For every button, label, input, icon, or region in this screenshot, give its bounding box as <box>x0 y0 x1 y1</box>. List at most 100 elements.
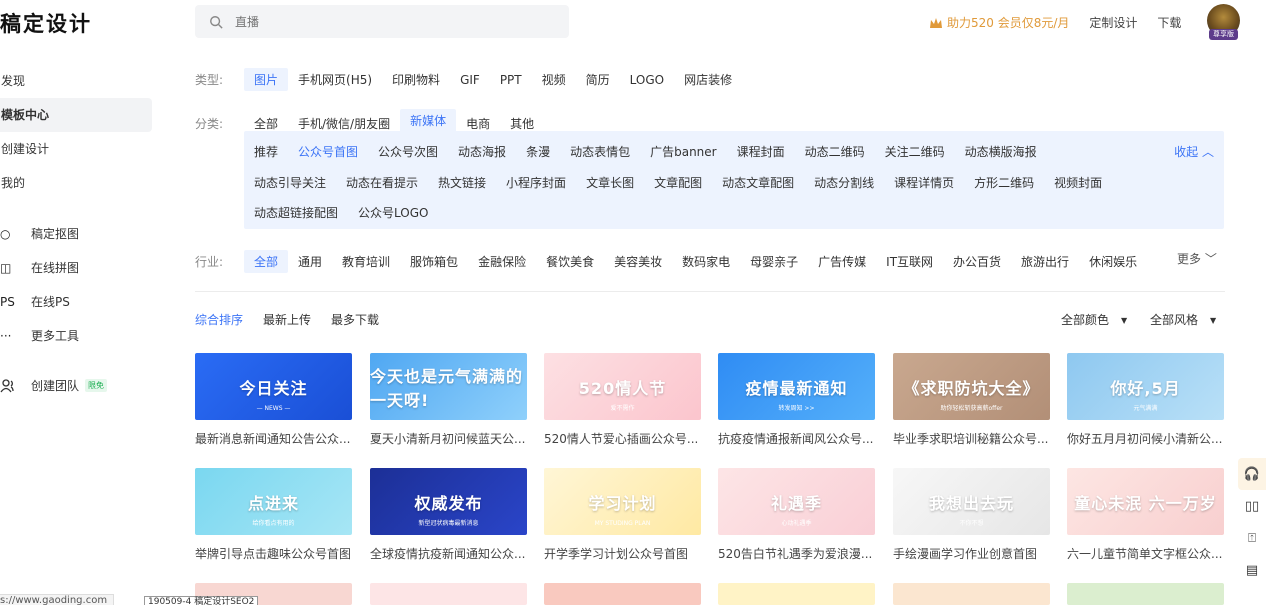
type-chip[interactable]: 手机网页(H5) <box>288 68 382 91</box>
type-chip[interactable]: 视频 <box>532 68 576 91</box>
industry-chip[interactable]: 全部 <box>244 250 289 273</box>
subcategory-chip[interactable]: 文章长图 <box>576 174 644 191</box>
template-card[interactable]: 520情人节 爱不需作 520情人节爱心插画公众号... <box>544 353 701 447</box>
template-title[interactable]: 520告白节礼遇季为爱浪漫... <box>718 545 875 562</box>
type-chip[interactable]: 印刷物料 <box>382 68 450 91</box>
template-thumbnail[interactable] <box>893 583 1050 605</box>
sidebar-item-mine[interactable]: 我的 <box>0 166 152 200</box>
template-thumbnail[interactable] <box>544 583 701 605</box>
sidebar-item-discover[interactable]: 发现 <box>0 64 152 98</box>
template-thumbnail[interactable]: 《求职防坑大全》 助你轻松斩获高薪offer <box>893 353 1050 420</box>
template-thumbnail[interactable]: 礼遇季 心动礼遇季 <box>718 468 875 535</box>
template-card[interactable]: 权威发布 新型冠状病毒最新消息全球疫情抗疫新闻通知公众... <box>370 468 527 562</box>
subcategory-chip[interactable]: 公众号次图 <box>368 143 448 160</box>
template-thumbnail[interactable]: 权威发布 新型冠状病毒最新消息 <box>370 468 527 535</box>
industry-chip[interactable]: 旅游出行 <box>1011 250 1079 273</box>
create-team-button[interactable]: 创建团队 限免 <box>0 377 108 394</box>
sort-tab[interactable]: 综合排序 <box>195 311 243 328</box>
industry-chip[interactable]: 通用 <box>288 250 332 273</box>
industry-chip[interactable]: 广告传媒 <box>808 250 876 273</box>
template-title[interactable]: 开学季学习计划公众号首图 <box>544 545 701 562</box>
search-input[interactable] <box>235 14 535 29</box>
industry-chip[interactable]: 休闲娱乐 <box>1079 250 1147 273</box>
type-chip[interactable]: LOGO <box>620 70 674 90</box>
subcategory-chip[interactable]: 动态横版海报 <box>955 143 1047 160</box>
template-title[interactable]: 你好五月月初问候小清新公... <box>1067 430 1224 447</box>
type-chip[interactable]: 网店装修 <box>674 68 742 91</box>
industry-chip[interactable]: 美容美妆 <box>604 250 672 273</box>
industry-chip[interactable]: 数码家电 <box>672 250 740 273</box>
person-add-icon[interactable]: ⍐ <box>1238 522 1266 554</box>
subcategory-chip[interactable]: 课程详情页 <box>884 174 964 191</box>
subcategory-chip[interactable]: 动态二维码 <box>795 143 875 160</box>
template-thumbnail[interactable]: 我想出去玩 不你不想 <box>893 468 1050 535</box>
industry-more-button[interactable]: 更多 ﹀ <box>1177 250 1217 267</box>
sidebar-tool-collage[interactable]: ◫ 在线拼图 <box>0 259 79 276</box>
subcategory-chip[interactable]: 热文链接 <box>428 174 496 191</box>
template-card[interactable]: 我想出去玩 不你不想手绘漫画学习作业创意首图 <box>893 468 1050 562</box>
subcategory-chip[interactable]: 动态在看提示 <box>336 174 428 191</box>
template-title[interactable]: 六一儿童节简单文字框公众... <box>1067 545 1224 562</box>
type-chip[interactable]: GIF <box>450 70 490 90</box>
template-card[interactable]: 礼遇季 心动礼遇季 520告白节礼遇季为爱浪漫... <box>718 468 875 562</box>
template-card[interactable]: 今日关注 — NEWS — 最新消息新闻通知公告公众... <box>195 353 352 447</box>
book-icon[interactable]: ▯▯ <box>1238 490 1266 522</box>
subcategory-chip[interactable]: 课程封面 <box>727 143 795 160</box>
industry-chip[interactable]: 服饰箱包 <box>400 250 468 273</box>
style-dropdown[interactable]: 全部风格 ▼ <box>1150 311 1216 328</box>
template-card[interactable]: 《求职防坑大全》 助你轻松斩获高薪offer 毕业季求职培训秘籍公众号... <box>893 353 1050 447</box>
industry-chip[interactable]: 母婴亲子 <box>740 250 808 273</box>
template-title[interactable]: 夏天小清新月初问候蓝天公... <box>370 430 527 447</box>
template-thumbnail[interactable]: 今日关注 — NEWS — <box>195 353 352 420</box>
subcategory-chip[interactable]: 动态超链接配图 <box>244 204 348 221</box>
template-thumbnail[interactable] <box>718 583 875 605</box>
subcategory-chip[interactable]: 动态分割线 <box>804 174 884 191</box>
headset-icon[interactable]: 🎧 <box>1238 458 1266 490</box>
industry-chip[interactable]: 餐饮美食 <box>536 250 604 273</box>
template-thumbnail[interactable]: 学习计划 MY STUDING PLAN <box>544 468 701 535</box>
subcategory-chip[interactable]: 动态表情包 <box>560 143 640 160</box>
template-card[interactable]: 疫情最新通知 转发周知 >> 抗疫疫情通报新闻风公众号... <box>718 353 875 447</box>
download-link[interactable]: 下载 <box>1157 14 1181 31</box>
template-card[interactable]: 点进来 给你看点有用的 举牌引导点击趣味公众号首图 <box>195 468 352 562</box>
template-title[interactable]: 手绘漫画学习作业创意首图 <box>893 545 1050 562</box>
custom-design-link[interactable]: 定制设计 <box>1089 14 1137 31</box>
vip-promo-link[interactable]: 助力520 会员仅8元/月 <box>929 14 1069 31</box>
industry-chip[interactable]: 办公百货 <box>943 250 1011 273</box>
template-title[interactable]: 举牌引导点击趣味公众号首图 <box>195 545 352 562</box>
sidebar-tool-more[interactable]: ··· 更多工具 <box>0 327 79 344</box>
template-thumbnail[interactable]: 520情人节 爱不需作 <box>544 353 701 420</box>
template-title[interactable]: 抗疫疫情通报新闻风公众号... <box>718 430 875 447</box>
avatar[interactable]: 尊享版 <box>1207 4 1240 40</box>
industry-chip[interactable]: 金融保险 <box>468 250 536 273</box>
subcategory-chip[interactable]: 视频封面 <box>1044 174 1112 191</box>
subcategory-chip[interactable]: 方形二维码 <box>964 174 1044 191</box>
subcategory-chip[interactable]: 广告banner <box>640 143 727 160</box>
template-thumbnail[interactable]: 今天也是元气满满的一天呀! <box>370 353 527 420</box>
color-dropdown[interactable]: 全部颜色 ▼ <box>1061 311 1127 328</box>
sort-tab[interactable]: 最多下载 <box>331 311 379 328</box>
subcategory-chip[interactable]: 小程序封面 <box>496 174 576 191</box>
template-title[interactable]: 520情人节爱心插画公众号... <box>544 430 701 447</box>
subcategory-chip[interactable]: 推荐 <box>244 143 288 160</box>
industry-chip[interactable]: 教育培训 <box>332 250 400 273</box>
template-thumbnail[interactable]: 你好,5月 元气满满 <box>1067 353 1224 420</box>
template-thumbnail[interactable]: 童心未泯 六一万岁 <box>1067 468 1224 535</box>
template-title[interactable]: 全球疫情抗疫新闻通知公众... <box>370 545 527 562</box>
template-card[interactable]: 童心未泯 六一万岁六一儿童节简单文字框公众... <box>1067 468 1224 562</box>
subcategory-chip[interactable]: 文章配图 <box>644 174 712 191</box>
subcategory-chip[interactable]: 动态文章配图 <box>712 174 804 191</box>
message-icon[interactable]: ▤ <box>1238 554 1266 586</box>
template-title[interactable]: 最新消息新闻通知公告公众... <box>195 430 352 447</box>
sidebar-tool-cutout[interactable]: ○ 稿定抠图 <box>0 225 79 242</box>
brand-logo[interactable]: 稿定设计 <box>0 8 92 38</box>
type-chip[interactable]: PPT <box>490 70 532 90</box>
type-chip[interactable]: 图片 <box>244 68 289 91</box>
subcategory-chip[interactable]: 公众号LOGO <box>348 204 438 221</box>
template-title[interactable]: 毕业季求职培训秘籍公众号... <box>893 430 1050 447</box>
collapse-button[interactable]: 收起 ︿ <box>1174 143 1214 160</box>
subcategory-chip[interactable]: 条漫 <box>516 143 560 160</box>
template-thumbnail[interactable] <box>370 583 527 605</box>
subcategory-chip[interactable]: 公众号首图 <box>288 143 368 160</box>
type-chip[interactable]: 简历 <box>576 68 620 91</box>
